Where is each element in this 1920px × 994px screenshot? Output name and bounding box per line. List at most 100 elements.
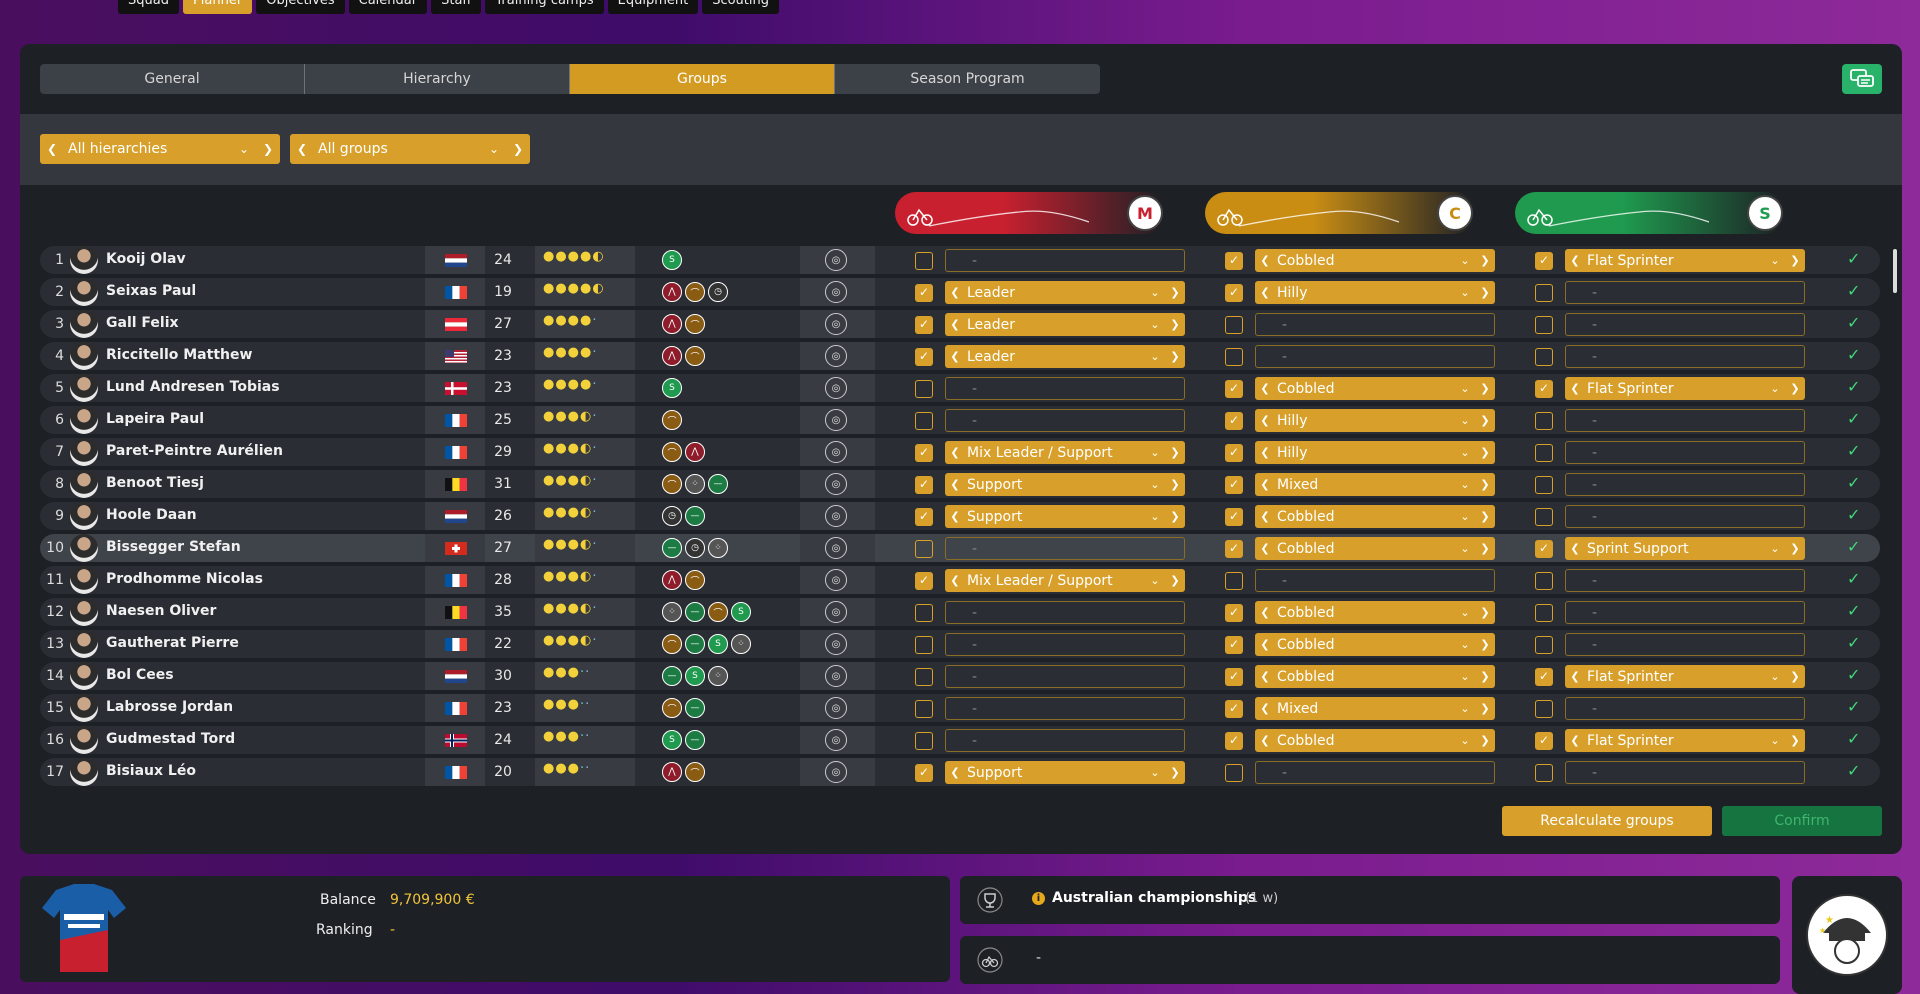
group-checkbox[interactable] xyxy=(1535,700,1553,718)
role-select[interactable]: - xyxy=(1565,345,1805,368)
prev-arrow-icon[interactable]: ❮ xyxy=(945,766,965,779)
manager-logo[interactable]: ★ ★ xyxy=(1792,876,1902,994)
role-select[interactable]: ❮ Hilly ⌄ ❯ xyxy=(1255,409,1495,432)
next-arrow-icon[interactable]: ❯ xyxy=(1475,286,1495,299)
chevron-down-icon[interactable]: ⌄ xyxy=(1455,638,1475,651)
role-select[interactable]: - xyxy=(1565,473,1805,496)
table-row[interactable]: 11 Prodhomme Nicolas 28 ●●●◐· ⋀ ⌒ ◎ ✓ ❮ Mix Leade… xyxy=(40,566,1880,594)
recalculate-groups-button[interactable]: Recalculate groups xyxy=(1502,806,1712,836)
prev-arrow-icon[interactable]: ❮ xyxy=(1255,478,1275,491)
role-select[interactable]: ❮ Sprint Support ⌄ ❯ xyxy=(1565,537,1805,560)
role-select[interactable]: ❮ Leader ⌄ ❯ xyxy=(945,281,1185,304)
group-checkbox[interactable]: ✓ xyxy=(915,572,933,590)
chevron-down-icon[interactable]: ⌄ xyxy=(1145,318,1165,331)
next-arrow-icon[interactable]: ❯ xyxy=(506,142,530,156)
group-checkbox[interactable]: ✓ xyxy=(1225,700,1243,718)
group-filter[interactable]: ❮ All groups ⌄ ❯ xyxy=(290,134,530,164)
next-arrow-icon[interactable]: ❯ xyxy=(1785,542,1805,555)
group-checkbox[interactable] xyxy=(1535,412,1553,430)
group-checkbox[interactable]: ✓ xyxy=(1225,284,1243,302)
chat-button[interactable] xyxy=(1842,64,1882,94)
next-arrow-icon[interactable]: ❯ xyxy=(1475,510,1495,523)
rider-name[interactable]: Benoot Tiesj xyxy=(106,475,204,491)
group-checkbox[interactable]: ✓ xyxy=(1535,732,1553,750)
role-select[interactable]: ❮ Cobbled ⌄ ❯ xyxy=(1255,249,1495,272)
role-select[interactable]: - xyxy=(945,537,1185,560)
prev-arrow-icon[interactable]: ❮ xyxy=(1255,638,1275,651)
prev-arrow-icon[interactable]: ❮ xyxy=(1565,254,1585,267)
next-arrow-icon[interactable]: ❯ xyxy=(1785,734,1805,747)
chevron-down-icon[interactable]: ⌄ xyxy=(1765,254,1785,267)
next-arrow-icon[interactable]: ❯ xyxy=(1475,638,1495,651)
chevron-down-icon[interactable]: ⌄ xyxy=(1455,478,1475,491)
confirm-button[interactable]: Confirm xyxy=(1722,806,1882,836)
rider-name[interactable]: Seixas Paul xyxy=(106,283,196,299)
role-select[interactable]: - xyxy=(945,697,1185,720)
prev-arrow-icon[interactable]: ❮ xyxy=(1255,606,1275,619)
next-arrow-icon[interactable]: ❯ xyxy=(1785,382,1805,395)
role-select[interactable]: - xyxy=(945,665,1185,688)
next-arrow-icon[interactable]: ❯ xyxy=(1475,446,1495,459)
role-select[interactable]: ❮ Cobbled ⌄ ❯ xyxy=(1255,601,1495,624)
rider-name[interactable]: Naesen Oliver xyxy=(106,603,216,619)
prev-arrow-icon[interactable]: ❮ xyxy=(1255,702,1275,715)
role-select[interactable]: ❮ Flat Sprinter ⌄ ❯ xyxy=(1565,249,1805,272)
prev-arrow-icon[interactable]: ❮ xyxy=(1255,446,1275,459)
next-arrow-icon[interactable]: ❯ xyxy=(1165,350,1185,363)
prev-arrow-icon[interactable]: ❮ xyxy=(1255,734,1275,747)
chevron-down-icon[interactable]: ⌄ xyxy=(1145,510,1165,523)
role-select[interactable]: ❮ Mixed ⌄ ❯ xyxy=(1255,697,1495,720)
role-select[interactable]: - xyxy=(1565,313,1805,336)
prev-arrow-icon[interactable]: ❮ xyxy=(1255,670,1275,683)
chevron-down-icon[interactable]: ⌄ xyxy=(1455,510,1475,523)
prev-arrow-icon[interactable]: ❮ xyxy=(945,286,965,299)
rider-name[interactable]: Hoole Daan xyxy=(106,507,197,523)
group-checkbox[interactable] xyxy=(1535,444,1553,462)
group-checkbox[interactable] xyxy=(1535,604,1553,622)
group-checkbox[interactable] xyxy=(1225,348,1243,366)
group-checkbox[interactable]: ✓ xyxy=(1225,444,1243,462)
group-checkbox[interactable]: ✓ xyxy=(915,444,933,462)
role-select[interactable]: ❮ Mix Leader / Support ⌄ ❯ xyxy=(945,569,1185,592)
next-event-bar[interactable]: i Australian championships (1 w) xyxy=(960,876,1780,924)
role-select[interactable]: ❮ Support ⌄ ❯ xyxy=(945,505,1185,528)
chevron-down-icon[interactable]: ⌄ xyxy=(232,142,256,156)
prev-arrow-icon[interactable]: ❮ xyxy=(945,446,965,459)
group-checkbox[interactable]: ✓ xyxy=(915,508,933,526)
next-arrow-icon[interactable]: ❯ xyxy=(1475,606,1495,619)
role-select[interactable]: ❮ Leader ⌄ ❯ xyxy=(945,345,1185,368)
group-checkbox[interactable] xyxy=(1225,764,1243,782)
prev-arrow-icon[interactable]: ❮ xyxy=(1255,542,1275,555)
table-row[interactable]: 6 Lapeira Paul 25 ●●●◐· ⌒ ◎ - ✓ ❮ Hilly ⌄ ❯ - ✓ xyxy=(40,406,1880,434)
chevron-down-icon[interactable]: ⌄ xyxy=(1455,606,1475,619)
chevron-down-icon[interactable]: ⌄ xyxy=(1145,478,1165,491)
top-nav-objectives[interactable]: Objectives xyxy=(256,0,345,14)
next-arrow-icon[interactable]: ❯ xyxy=(1475,670,1495,683)
table-row[interactable]: 5 Lund Andresen Tobias 23 ●●●●· S ◎ - ✓ ❮ Cobbled… xyxy=(40,374,1880,402)
group-checkbox[interactable]: ✓ xyxy=(1535,380,1553,398)
role-select[interactable]: - xyxy=(1565,601,1805,624)
role-select[interactable]: ❮ Cobbled ⌄ ❯ xyxy=(1255,633,1495,656)
prev-arrow-icon[interactable]: ❮ xyxy=(945,350,965,363)
rider-name[interactable]: Gudmestad Tord xyxy=(106,731,235,747)
role-select[interactable]: ❮ Flat Sprinter ⌄ ❯ xyxy=(1565,665,1805,688)
chevron-down-icon[interactable]: ⌄ xyxy=(482,142,506,156)
prev-arrow-icon[interactable]: ❮ xyxy=(1255,414,1275,427)
table-row[interactable]: 13 Gautherat Pierre 22 ●●●◐· ⌒ — S ⁘ ◎ - ✓ ❮ Cobbled… xyxy=(40,630,1880,658)
prev-arrow-icon[interactable]: ❮ xyxy=(290,142,314,156)
table-scrollbar[interactable] xyxy=(1890,244,1898,834)
role-select[interactable]: - xyxy=(1565,505,1805,528)
chevron-down-icon[interactable]: ⌄ xyxy=(1455,254,1475,267)
next-arrow-icon[interactable]: ❯ xyxy=(1475,478,1495,491)
next-arrow-icon[interactable]: ❯ xyxy=(1165,478,1185,491)
role-select[interactable]: ❮ Hilly ⌄ ❯ xyxy=(1255,281,1495,304)
role-select[interactable]: - xyxy=(945,601,1185,624)
table-row[interactable]: 4 Riccitello Matthew 23 ●●●●· ⋀ ⌒ ◎ ✓ ❮ Leader ⌄ ❯ -… xyxy=(40,342,1880,370)
role-select[interactable]: - xyxy=(945,729,1185,752)
role-select[interactable]: - xyxy=(945,409,1185,432)
table-row[interactable]: 9 Hoole Daan 26 ●●●◐· ◷ — ◎ ✓ ❮ Support ⌄ ❯ ✓ ❮ Cobble… xyxy=(40,502,1880,530)
group-checkbox[interactable]: ✓ xyxy=(915,476,933,494)
rider-name[interactable]: Paret-Peintre Aurélien xyxy=(106,443,283,459)
scrollbar-thumb[interactable] xyxy=(1893,249,1897,293)
role-select[interactable]: - xyxy=(1565,569,1805,592)
